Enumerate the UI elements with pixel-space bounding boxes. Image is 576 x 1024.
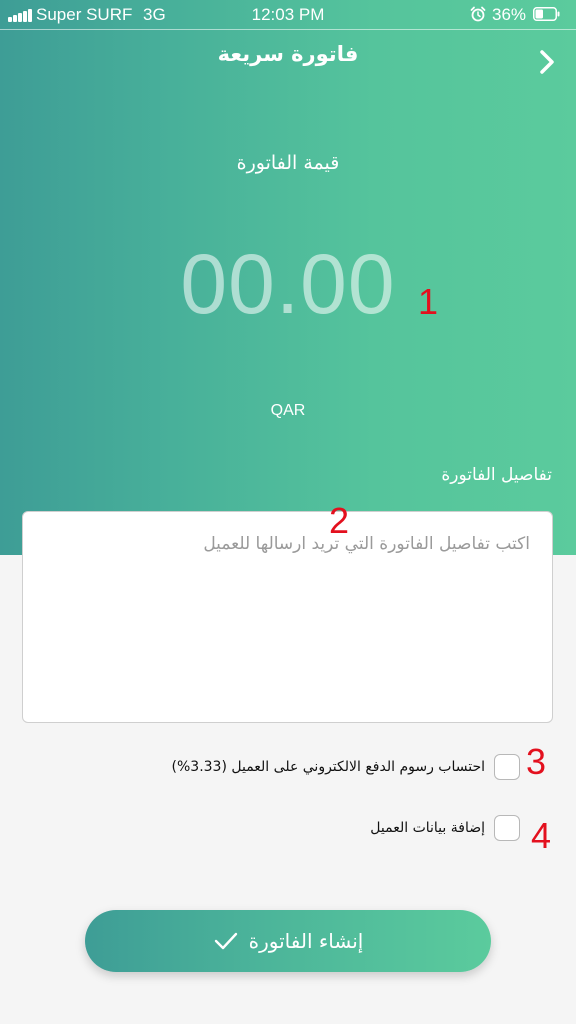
create-invoice-label: إنشاء الفاتورة xyxy=(248,929,364,953)
battery-icon xyxy=(533,7,560,21)
fee-option-label: احتساب رسوم الدفع الالكتروني على العميل … xyxy=(171,759,485,775)
page-title: فاتورة سريعة xyxy=(217,42,359,66)
fee-checkbox[interactable] xyxy=(494,754,520,780)
customer-data-checkbox[interactable] xyxy=(494,815,520,841)
amount-label: قيمة الفاتورة xyxy=(236,152,340,174)
customer-data-option-label: إضافة بيانات العميل xyxy=(370,820,485,836)
annotation-marker-3: 3 xyxy=(526,741,547,782)
status-bar-divider xyxy=(0,29,576,30)
annotation-marker-1: 1 xyxy=(418,281,439,322)
status-bar: Super SURF 3G 12:03 PM 36% xyxy=(0,0,576,30)
alarm-icon xyxy=(470,6,486,22)
customer-data-option-row[interactable]: إضافة بيانات العميل xyxy=(370,813,520,843)
fee-option-row[interactable]: احتساب رسوم الدفع الالكتروني على العميل … xyxy=(172,752,520,782)
annotation-marker-2: 2 xyxy=(329,500,350,541)
details-label: تفاصيل الفاتورة xyxy=(441,465,552,485)
create-invoice-button[interactable]: إنشاء الفاتورة xyxy=(85,910,491,972)
amount-input[interactable]: 00.00 xyxy=(0,236,576,333)
back-button[interactable] xyxy=(530,44,566,80)
currency-label: QAR xyxy=(270,402,306,419)
status-time: 12:03 PM xyxy=(251,5,325,24)
invoice-details-textarea[interactable] xyxy=(22,511,553,723)
screen: Super SURF 3G 12:03 PM 36% فاتورة سريعة … xyxy=(0,0,576,1024)
battery-percentage: 36% xyxy=(492,5,527,24)
checkmark-icon xyxy=(214,932,237,950)
annotation-marker-4: 4 xyxy=(531,815,552,856)
chevron-right-icon xyxy=(540,50,554,74)
